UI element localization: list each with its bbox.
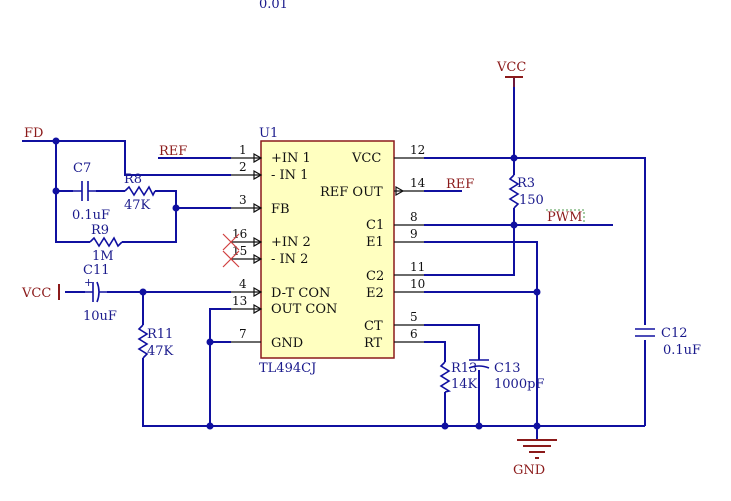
pin-num-6: 6: [410, 327, 418, 341]
c11-refdes: C11: [83, 263, 110, 278]
pin-num-10: 10: [410, 277, 425, 291]
capacitor-c11[interactable]: + C11 10uF: [83, 263, 117, 324]
ic-refdes: U1: [259, 126, 278, 141]
resistor-r8[interactable]: R8 47K: [124, 172, 156, 213]
svg-text:GND: GND: [513, 463, 545, 478]
net-label-pwm: PWM: [547, 210, 582, 225]
pin-num-3: 3: [239, 193, 247, 207]
pin-num-5: 5: [410, 310, 418, 324]
c11-value: 10uF: [83, 309, 117, 324]
r13-refdes: R13: [451, 361, 477, 376]
r8-value: 47K: [124, 198, 151, 213]
c13-refdes: C13: [494, 361, 521, 376]
r13-value: 14K: [451, 377, 478, 392]
pin-num-1: 1: [239, 143, 247, 157]
r9-refdes: R9: [91, 223, 109, 238]
pin-num-4: 4: [239, 277, 247, 291]
pin-name-ct: CT: [364, 319, 383, 334]
schematic-canvas: 0.01 U1 TL494CJ 1 2 3 16 15 4 13 7 +IN 1…: [21, 0, 701, 478]
r8-refdes: R8: [124, 172, 142, 187]
pin-num-13: 13: [232, 294, 247, 308]
c7-value: 0.1uF: [72, 208, 110, 223]
pin-name-out-con: OUT CON: [271, 302, 337, 317]
pin-name-e1: E1: [366, 235, 384, 250]
pin-name-in1-minus: - IN 1: [271, 168, 308, 183]
pin-num-8: 8: [410, 210, 418, 224]
resistor-r11[interactable]: R11 47K: [137, 324, 174, 359]
vcc-port-top: VCC: [496, 60, 526, 87]
pin-name-e2: E2: [366, 286, 384, 301]
net-label-fd: FD: [24, 126, 43, 141]
top-stub-label: 0.01: [259, 0, 288, 12]
resistor-r13[interactable]: R13 14K: [439, 361, 478, 393]
r3-value: 150: [519, 193, 544, 208]
pin-num-2: 2: [239, 160, 247, 174]
pin-name-dt-con: D-T CON: [271, 286, 330, 301]
net-label-ref-left: REF: [159, 144, 187, 159]
pin-num-14: 14: [410, 176, 426, 190]
svg-text:VCC: VCC: [21, 286, 51, 301]
c7-refdes: C7: [73, 161, 91, 176]
pin-name-in2-plus: +IN 2: [271, 235, 311, 250]
pin-name-c1: C1: [366, 218, 384, 233]
pin-name-ref-out: REF OUT: [320, 185, 383, 200]
ic-part-number: TL494CJ: [259, 361, 316, 376]
pin-num-11: 11: [410, 260, 425, 274]
svg-text:VCC: VCC: [496, 60, 526, 75]
pin-num-9: 9: [410, 227, 418, 241]
net-label-ref-right: REF: [446, 177, 474, 192]
c13-value: 1000pF: [494, 377, 544, 392]
resistor-r3[interactable]: R3 150: [508, 174, 544, 209]
pin-name-gnd: GND: [271, 336, 303, 351]
pin-num-12: 12: [410, 143, 425, 157]
pin-name-rt: RT: [364, 336, 383, 351]
r11-value: 47K: [147, 344, 174, 359]
pin-num-7: 7: [239, 327, 247, 341]
r11-refdes: R11: [147, 327, 173, 342]
pin-name-fb: FB: [271, 202, 290, 217]
c12-value: 0.1uF: [663, 343, 701, 358]
c12-refdes: C12: [661, 326, 688, 341]
ic-u1[interactable]: U1 TL494CJ 1 2 3 16 15 4 13 7 +IN 1 - IN…: [231, 126, 426, 376]
capacitor-c13[interactable]: C13 1000pF: [468, 359, 544, 392]
resistor-r9[interactable]: R9 1M: [89, 223, 123, 264]
r3-refdes: R3: [517, 176, 535, 191]
pin-name-vcc: VCC: [351, 151, 381, 166]
pin-name-in1-plus: +IN 1: [271, 151, 311, 166]
vcc-port-left: VCC: [21, 284, 60, 301]
r9-value: 1M: [92, 249, 114, 264]
gnd-port: GND: [513, 439, 557, 478]
pin-name-c2: C2: [366, 269, 384, 284]
pin-name-in2-minus: - IN 2: [271, 252, 308, 267]
